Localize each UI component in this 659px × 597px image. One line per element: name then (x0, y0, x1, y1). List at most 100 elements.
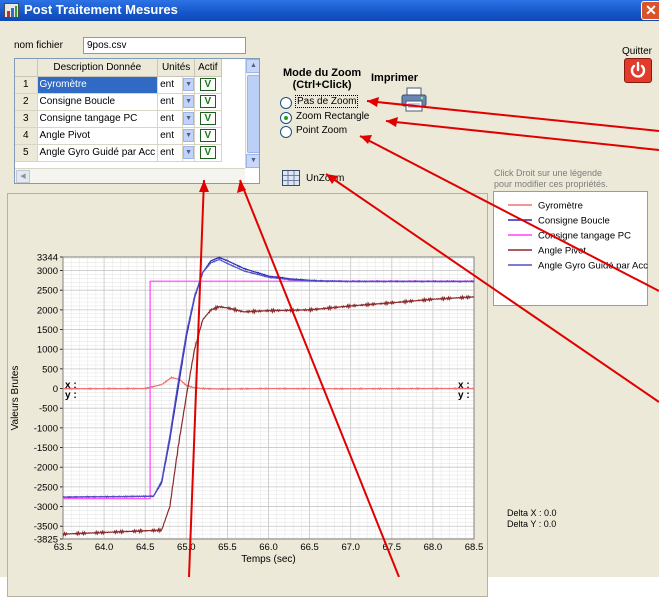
active-cell[interactable]: V (194, 127, 222, 145)
row-description[interactable]: Angle Gyro Guidé par Acc (37, 144, 159, 162)
row-unit[interactable]: ent (157, 110, 184, 128)
print-label: Imprimer (371, 72, 419, 84)
row-number: 1 (15, 76, 38, 94)
x-axis-label: Temps (sec) (241, 554, 295, 565)
unit-dropdown[interactable]: ▼ (182, 144, 196, 162)
data-grid: Description Donnée Unités Actif 1 Gyromèt… (14, 58, 260, 184)
active-checkbox[interactable]: V (199, 129, 216, 142)
y-tick-label: -3500 (34, 522, 58, 533)
app-window: Post Traitement Mesures ✕ nom fichier 9p… (0, 0, 659, 597)
filename-field[interactable]: 9pos.csv (83, 37, 246, 54)
y-tick-label: 1500 (37, 325, 58, 336)
table-row[interactable]: 3 Consigne tangage PC ent ▼ V (15, 110, 222, 128)
legend-label: Gyromètre (538, 201, 583, 212)
unit-dropdown[interactable]: ▼ (182, 110, 196, 128)
row-description[interactable]: Consigne Boucle (37, 93, 159, 111)
row-unit[interactable]: ent (157, 144, 184, 162)
legend-label: Angle Gyro Guidé par Acc (538, 261, 648, 272)
y-tick-label: -3825 (34, 535, 58, 546)
unit-dropdown[interactable]: ▼ (182, 93, 196, 111)
zoom-mode-title-line2: (Ctrl+Click) (292, 79, 352, 91)
data-table: Description Donnée Unités Actif 1 Gyromèt… (15, 59, 222, 162)
x-tick-label: 68.0 (424, 542, 443, 553)
column-header-units[interactable]: Unités (157, 59, 196, 77)
app-chart-icon (4, 3, 19, 18)
y-tick-label: -2000 (34, 463, 58, 474)
column-header-active[interactable]: Actif (194, 59, 222, 77)
y-tick-label: -500 (39, 404, 58, 415)
y-axis-label: Valeurs Brutes (10, 366, 21, 431)
table-row[interactable]: 4 Angle Pivot ent ▼ V (15, 127, 222, 145)
grid-vertical-scrollbar[interactable]: ▲ ▼ (245, 59, 259, 168)
chevron-down-icon[interactable]: ▼ (183, 78, 195, 91)
x-tick-label: 64.5 (136, 542, 155, 553)
row-description[interactable]: Consigne tangage PC (37, 110, 159, 128)
printer-icon[interactable] (400, 87, 428, 113)
radio-button[interactable] (280, 97, 292, 109)
active-cell[interactable]: V (194, 144, 222, 162)
radio-label-no-zoom[interactable]: Pas de Zoom (295, 95, 359, 108)
radio-zoom-rectangle[interactable]: Zoom Rectangle (280, 111, 380, 125)
active-checkbox[interactable]: V (199, 146, 216, 159)
row-number: 5 (15, 144, 38, 162)
radio-label-point-zoom[interactable]: Point Zoom (295, 125, 348, 136)
active-cell[interactable]: V (194, 76, 222, 94)
x-tick-label: 65.5 (218, 542, 237, 553)
active-checkbox[interactable]: V (199, 95, 216, 108)
table-header-row: Description Donnée Unités Actif (15, 59, 222, 77)
cursor-y-left: y : (65, 390, 77, 401)
active-checkbox[interactable]: V (199, 78, 216, 91)
title-bar[interactable]: Post Traitement Mesures ✕ (0, 0, 659, 21)
x-tick-label: 65.0 (177, 542, 196, 553)
cursor-y-right: y : (458, 390, 470, 401)
table-row[interactable]: 2 Consigne Boucle ent ▼ V (15, 93, 222, 111)
legend-hint-line1: Click Droit sur une légende (494, 168, 603, 178)
unit-dropdown[interactable]: ▼ (182, 127, 196, 145)
radio-point-zoom[interactable]: Point Zoom (280, 125, 380, 139)
y-tick-label: 2500 (37, 286, 58, 297)
table-row[interactable]: 1 Gyromètre ent ▼ V (15, 76, 222, 94)
row-unit[interactable]: ent (157, 93, 184, 111)
row-description[interactable]: Angle Pivot (37, 127, 159, 145)
line-chart[interactable]: 63.5 64.0 64.5 65.0 65.5 66.0 66.5 67.0 67.5 68.0… (0, 172, 488, 577)
scroll-down-arrow-icon[interactable]: ▼ (246, 154, 259, 168)
radio-button-selected[interactable] (280, 112, 292, 124)
quit-button[interactable] (624, 58, 652, 83)
row-unit[interactable]: ent (157, 127, 184, 145)
delta-y-readout: Delta Y : 0.0 (507, 519, 557, 529)
column-header-index (15, 59, 38, 77)
scroll-up-arrow-icon[interactable]: ▲ (246, 59, 259, 73)
y-tick-label: 1000 (37, 345, 58, 356)
row-description[interactable]: Gyromètre (37, 76, 159, 94)
scroll-thumb[interactable] (247, 75, 259, 153)
y-tick-label: -1000 (34, 423, 58, 434)
chevron-down-icon[interactable]: ▼ (183, 112, 195, 125)
radio-no-zoom[interactable]: Pas de Zoom (280, 95, 380, 110)
quit-label: Quitter (622, 46, 653, 57)
close-button[interactable]: ✕ (641, 1, 659, 20)
chart-legend: Gyromètre Consigne Boucle Consigne tangage… (493, 191, 648, 306)
radio-label-zoom-rectangle[interactable]: Zoom Rectangle (295, 111, 370, 122)
power-icon (630, 61, 646, 78)
legend-label: Angle Pivot (538, 246, 586, 257)
chevron-down-icon[interactable]: ▼ (183, 129, 195, 142)
unit-dropdown[interactable]: ▼ (182, 76, 196, 94)
x-tick-label: 64.0 (95, 542, 114, 553)
row-unit[interactable]: ent (157, 76, 184, 94)
chevron-down-icon[interactable]: ▼ (183, 95, 195, 108)
table-row[interactable]: 5 Angle Gyro Guidé par Acc ent ▼ V (15, 144, 222, 162)
delta-x-readout: Delta X : 0.0 (507, 508, 557, 518)
y-tick-label: 0 (53, 384, 58, 395)
chevron-down-icon[interactable]: ▼ (183, 146, 195, 159)
x-tick-label: 67.0 (341, 542, 360, 553)
y-tick-label: -1500 (34, 443, 58, 454)
active-cell[interactable]: V (194, 93, 222, 111)
y-tick-label: -3000 (34, 502, 58, 513)
legend-svg: Gyromètre Consigne Boucle Consigne tangage… (508, 201, 648, 272)
active-cell[interactable]: V (194, 110, 222, 128)
column-header-description[interactable]: Description Donnée (37, 59, 159, 77)
active-checkbox[interactable]: V (199, 112, 216, 125)
radio-button[interactable] (280, 126, 292, 138)
row-number: 3 (15, 110, 38, 128)
y-tick-label: 3344 (37, 253, 58, 264)
